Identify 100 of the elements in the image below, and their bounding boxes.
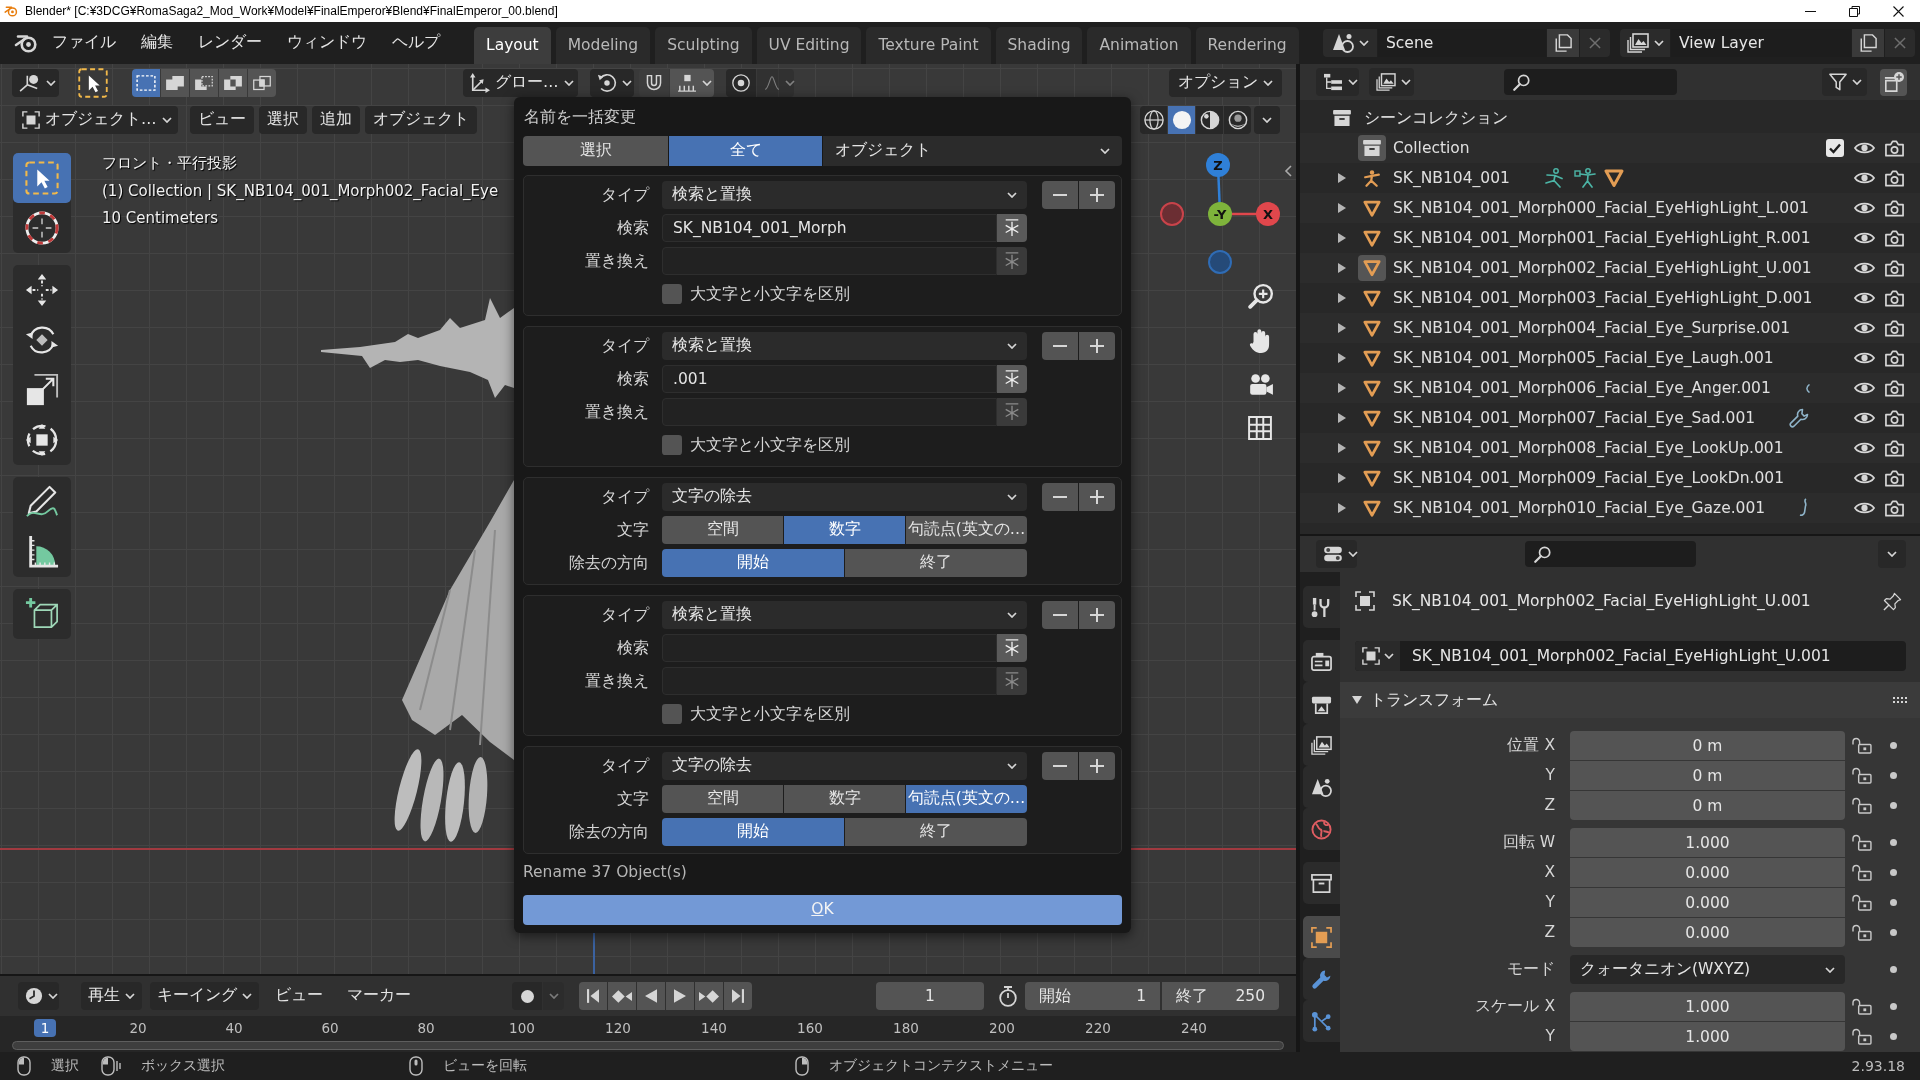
properties-tab[interactable]: [1303, 808, 1340, 850]
new-scene-button[interactable]: [1547, 29, 1579, 57]
open-padlock-icon[interactable]: [1850, 1028, 1872, 1045]
replace-field[interactable]: [662, 247, 997, 275]
hand-icon[interactable]: [1248, 328, 1272, 354]
expand-arrow-icon[interactable]: [1338, 383, 1346, 393]
options-dropdown[interactable]: オプション: [1169, 68, 1282, 97]
menu-item[interactable]: オブジェクト: [365, 105, 477, 134]
view-layer-browse-button[interactable]: [1620, 29, 1670, 57]
number-field[interactable]: 0.000: [1570, 858, 1845, 887]
object-name-field[interactable]: SK_NB104_001_Morph002_Facial_EyeHighLight_U.001: [1355, 641, 1906, 671]
expand-arrow-icon[interactable]: [1338, 293, 1346, 303]
panel-arrow-icon[interactable]: [1352, 696, 1362, 704]
camera-icon[interactable]: [1884, 169, 1904, 187]
grid-icon[interactable]: [1248, 416, 1272, 440]
outliner-item[interactable]: シーンコレクション: [1364, 107, 1508, 129]
type-dropdown[interactable]: 検索と置換: [662, 332, 1027, 360]
camera-icon[interactable]: [1884, 349, 1904, 367]
type-dropdown[interactable]: 文字の除去: [662, 752, 1027, 780]
open-padlock-icon[interactable]: [1850, 834, 1872, 851]
eye-icon[interactable]: [1853, 411, 1875, 425]
new-view-layer-button[interactable]: [1852, 29, 1884, 57]
options-button[interactable]: [1878, 540, 1906, 568]
keyframe-dot-icon[interactable]: [1889, 1033, 1897, 1040]
app-menu-button[interactable]: [14, 33, 38, 53]
number-field[interactable]: 1.000: [1570, 828, 1845, 857]
regex-toggle[interactable]: [997, 214, 1027, 242]
expand-arrow-icon[interactable]: [1338, 413, 1346, 423]
menu-dropdown[interactable]: 再生: [81, 982, 142, 1010]
eye-icon[interactable]: [1853, 351, 1875, 365]
movie-camera-icon[interactable]: [1248, 373, 1274, 397]
menu-item[interactable]: ビュー: [190, 105, 254, 134]
pivot-dropdown[interactable]: [590, 68, 634, 97]
select-mode-button[interactable]: [248, 68, 276, 97]
camera-icon[interactable]: [1884, 139, 1904, 157]
scope-button[interactable]: 選択: [523, 136, 668, 166]
camera-icon[interactable]: [1884, 499, 1904, 517]
display-mode-button[interactable]: [1316, 68, 1359, 96]
current-frame-field[interactable]: 1: [876, 982, 984, 1010]
shading-mode-button[interactable]: [1224, 105, 1251, 134]
view-layer-filter-button[interactable]: [1369, 68, 1414, 96]
checkbox[interactable]: [1825, 139, 1844, 157]
add-action-button[interactable]: [1079, 601, 1115, 629]
proportional-edit-toggle[interactable]: [726, 68, 756, 97]
checkbox[interactable]: [662, 284, 682, 304]
select-mode-button[interactable]: [132, 68, 160, 97]
next-keyframe-button[interactable]: [695, 982, 723, 1010]
keyframe-dot-icon[interactable]: [1889, 802, 1897, 809]
menu-item[interactable]: ヘルプ: [382, 29, 450, 57]
timeline-scrollbar[interactable]: [12, 1041, 1284, 1050]
select-mode-button[interactable]: [161, 68, 189, 97]
workspace-tab[interactable]: Animation: [1087, 27, 1191, 64]
direction-button[interactable]: 開始: [662, 818, 844, 846]
camera-icon[interactable]: [1884, 439, 1904, 457]
regex-toggle[interactable]: [997, 634, 1027, 662]
keyframe-dot-icon[interactable]: [1889, 869, 1897, 876]
direction-button[interactable]: 終了: [845, 549, 1027, 577]
shading-mode-button[interactable]: [1168, 105, 1195, 134]
keyframe-dot-icon[interactable]: [1889, 966, 1897, 973]
select-tool-button[interactable]: [76, 67, 110, 98]
eye-icon[interactable]: [1853, 441, 1875, 455]
regex-toggle[interactable]: [997, 365, 1027, 393]
jump-end-button[interactable]: [724, 982, 752, 1010]
play-button[interactable]: [666, 982, 694, 1010]
camera-icon[interactable]: [1884, 259, 1904, 277]
camera-icon[interactable]: [1884, 229, 1904, 247]
type-dropdown[interactable]: 検索と置換: [662, 601, 1027, 629]
keyframe-dot-icon[interactable]: [1889, 772, 1897, 779]
remove-action-button[interactable]: [1042, 181, 1078, 209]
scene-browse-button[interactable]: [1323, 29, 1377, 57]
workspace-tab[interactable]: Modeling: [555, 27, 651, 64]
search-field[interactable]: [1504, 69, 1677, 95]
expand-arrow-icon[interactable]: [1338, 203, 1346, 213]
camera-icon[interactable]: [1884, 379, 1904, 397]
eye-icon[interactable]: [1853, 291, 1875, 305]
previous-keyframe-button[interactable]: [608, 982, 636, 1010]
grip-icon[interactable]: [1893, 697, 1907, 703]
outliner-item[interactable]: SK_NB104_001_Morph007_Facial_Eye_Sad.001: [1393, 409, 1756, 427]
remove-action-button[interactable]: [1042, 752, 1078, 780]
expand-arrow-icon[interactable]: [1338, 503, 1346, 513]
checkbox[interactable]: [662, 704, 682, 724]
open-padlock-icon[interactable]: [1850, 767, 1872, 784]
keyframe-dot-icon[interactable]: [1889, 742, 1897, 749]
outliner-item[interactable]: SK_NB104_001_Morph009_Facial_Eye_LookDn.001: [1393, 469, 1785, 487]
scope-button[interactable]: 全て: [669, 136, 822, 166]
outliner-item[interactable]: SK_NB104_001_Morph003_Facial_EyeHighLight_D.001: [1393, 289, 1813, 307]
filter-button[interactable]: [1822, 68, 1867, 96]
eye-icon[interactable]: [1853, 501, 1875, 515]
type-dropdown[interactable]: 文字の除去: [662, 483, 1027, 511]
pin-icon[interactable]: [1883, 591, 1902, 611]
snap-target-dropdown[interactable]: [670, 68, 714, 97]
menu-item[interactable]: ファイル: [42, 29, 126, 57]
outliner-item[interactable]: SK_NB104_001_Morph005_Facial_Eye_Laugh.001: [1393, 349, 1774, 367]
eye-icon[interactable]: [1853, 231, 1875, 245]
character-class-button[interactable]: 数字: [784, 785, 905, 813]
menu-item[interactable]: 追加: [312, 105, 360, 134]
type-dropdown[interactable]: 検索と置換: [662, 181, 1027, 209]
keyframe-dot-icon[interactable]: [1889, 839, 1897, 846]
eye-icon[interactable]: [1853, 261, 1875, 275]
frame-number[interactable]: 1: [33, 1019, 57, 1037]
